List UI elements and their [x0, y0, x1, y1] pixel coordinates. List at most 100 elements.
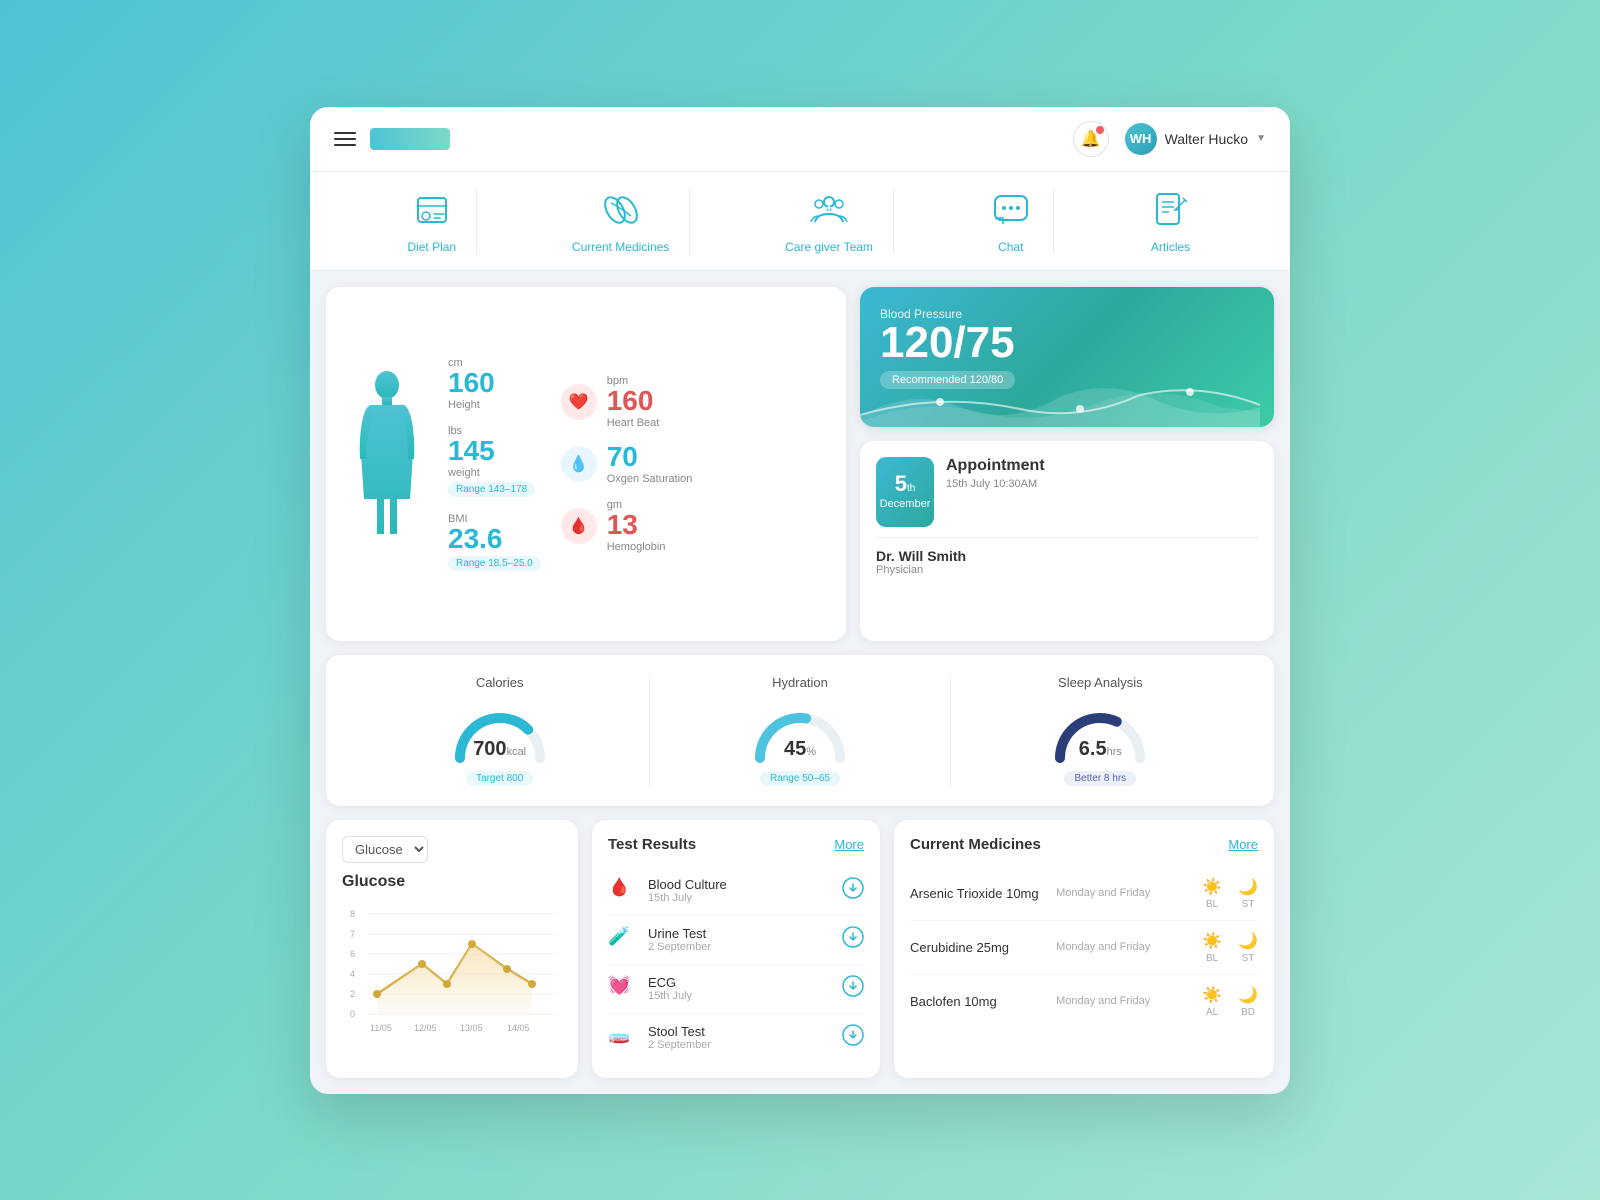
notification-button[interactable]: 🔔 — [1073, 121, 1109, 157]
test-date: 15th July — [648, 990, 830, 1002]
medicine-name: Baclofen 10mg — [910, 994, 1046, 1009]
svg-text:0: 0 — [350, 1009, 355, 1019]
medicines-header: Current Medicines More — [910, 836, 1258, 853]
stat-height: cm 160 Height — [448, 357, 541, 411]
svg-text:13/05: 13/05 — [460, 1023, 483, 1033]
test-info: Blood Culture 15th July — [648, 877, 830, 904]
svg-text:12/05: 12/05 — [414, 1023, 437, 1033]
med-time-item: ☀️ AL — [1202, 985, 1222, 1018]
download-button[interactable] — [842, 1024, 864, 1051]
nav-label-diet-plan: Diet Plan — [407, 240, 456, 254]
med-time-item: 🌙 ST — [1238, 931, 1258, 964]
nav-item-diet-plan[interactable]: Diet Plan — [387, 188, 477, 254]
medicines-title: Current Medicines — [910, 836, 1041, 853]
test-name: Urine Test — [648, 926, 830, 941]
user-profile[interactable]: WH Walter Hucko ▼ — [1125, 123, 1266, 155]
download-button[interactable] — [842, 975, 864, 1002]
stats-col-right: ❤️ bpm 160 Heart Beat 💧 — [561, 303, 693, 625]
medicines-card: Current Medicines More Arsenic Trioxide … — [894, 820, 1274, 1078]
test-results-title: Test Results — [608, 836, 696, 853]
test-name: ECG — [648, 975, 830, 990]
glucose-chart: 8 7 6 4 2 0 — [342, 899, 562, 1039]
time-label: ST — [1242, 899, 1255, 910]
test-name: Blood Culture — [648, 877, 830, 892]
body-figure — [342, 303, 432, 625]
stat-bmi: BMI 23.6 Range 18.5–25.0 — [448, 511, 541, 571]
notification-dot — [1096, 126, 1104, 134]
blood-pressure-card: Blood Pressure 120/75 Recommended 120/80 — [860, 287, 1274, 427]
medicine-schedule: Monday and Friday — [1056, 995, 1192, 1007]
medicine-name: Arsenic Trioxide 10mg — [910, 886, 1046, 901]
medicine-name: Cerubidine 25mg — [910, 940, 1046, 955]
vital-calories: Calories 700kcal Target 800 — [350, 675, 650, 786]
svg-text:6: 6 — [350, 949, 355, 959]
hamburger-menu[interactable] — [334, 132, 356, 146]
test-name: Stool Test — [648, 1024, 830, 1039]
stat-hemoglobin: 🩸 gm 13 Hemoglobin — [561, 499, 693, 553]
test-icon: 🩸 — [608, 877, 636, 905]
nav-item-care-giver[interactable]: Care giver Team — [765, 188, 894, 254]
medicine-schedule: Monday and Friday — [1056, 941, 1192, 953]
chevron-down-icon: ▼ — [1256, 133, 1266, 144]
glucose-title: Glucose — [342, 873, 562, 891]
appointment-divider — [876, 537, 1258, 538]
header-right: 🔔 WH Walter Hucko ▼ — [1073, 121, 1266, 157]
time-icon: 🌙 — [1238, 985, 1258, 1005]
med-time-item: ☀️ BL — [1202, 931, 1222, 964]
nav-item-chat[interactable]: Chat — [969, 188, 1054, 254]
heart-icon: ❤️ — [561, 384, 597, 420]
bottom-row: Glucose HbA1c Glucose 8 — [326, 820, 1274, 1078]
body-stats-card: cm 160 Height lbs 145 weight Range 143–1… — [326, 287, 846, 641]
stat-oxygen: 💧 70 Oxgen Saturation — [561, 443, 693, 485]
nav-label-medicines: Current Medicines — [572, 240, 669, 254]
medicines-list: Arsenic Trioxide 10mg Monday and Friday … — [910, 867, 1258, 1028]
medicines-more[interactable]: More — [1228, 837, 1258, 852]
blood-drop-icon: 🩸 — [561, 508, 597, 544]
appointment-info: Appointment 15th July 10:30AM — [946, 457, 1045, 490]
svg-text:8: 8 — [350, 909, 355, 919]
avatar: WH — [1125, 123, 1157, 155]
appointment-header: 5th December Appointment 15th July 10:30… — [876, 457, 1258, 527]
stat-heartbeat: ❤️ bpm 160 Heart Beat — [561, 375, 693, 429]
test-info: Stool Test 2 September — [648, 1024, 830, 1051]
medicine-item: Cerubidine 25mg Monday and Friday ☀️ BL … — [910, 921, 1258, 975]
top-row: cm 160 Height lbs 145 weight Range 143–1… — [326, 287, 1274, 641]
time-label: ST — [1242, 953, 1255, 964]
download-button[interactable] — [842, 926, 864, 953]
dashboard: 🔔 WH Walter Hucko ▼ Diet Plan — [310, 107, 1290, 1094]
test-date: 2 September — [648, 1039, 830, 1051]
vital-hydration: Hydration 45% Range 50–65 — [650, 675, 950, 786]
appointment-card: 5th December Appointment 15th July 10:30… — [860, 441, 1274, 641]
test-item: 💓 ECG 15th July — [608, 965, 864, 1014]
svg-text:11/05: 11/05 — [370, 1023, 392, 1033]
medicine-schedule: Monday and Friday — [1056, 887, 1192, 899]
test-icon: 🧪 — [608, 926, 636, 954]
oxygen-icon: 💧 — [561, 446, 597, 482]
med-time-item: 🌙 BD — [1238, 985, 1258, 1018]
appointment-date-box: 5th December — [876, 457, 934, 527]
medicine-times: ☀️ AL 🌙 BD — [1202, 985, 1258, 1018]
download-button[interactable] — [842, 877, 864, 904]
medicine-times: ☀️ BL 🌙 ST — [1202, 877, 1258, 910]
test-icon: 🧫 — [608, 1024, 636, 1052]
test-info: ECG 15th July — [648, 975, 830, 1002]
time-label: AL — [1206, 1007, 1218, 1018]
svg-text:14/05: 14/05 — [507, 1023, 530, 1033]
stats-grid: cm 160 Height lbs 145 weight Range 143–1… — [448, 303, 830, 625]
appointment-doctor: Dr. Will Smith Physician — [876, 548, 1258, 576]
right-top-col: Blood Pressure 120/75 Recommended 120/80 — [860, 287, 1274, 641]
time-label: BD — [1241, 1007, 1255, 1018]
vital-sleep: Sleep Analysis 6.5hrs Better 8 hrs — [951, 675, 1250, 786]
med-time-item: ☀️ BL — [1202, 877, 1222, 910]
glucose-dropdown[interactable]: Glucose HbA1c — [342, 836, 428, 863]
vitals-row: Calories 700kcal Target 800 Hydration — [326, 655, 1274, 806]
medicine-item: Baclofen 10mg Monday and Friday ☀️ AL 🌙 … — [910, 975, 1258, 1028]
nav-item-articles[interactable]: Articles — [1129, 188, 1213, 254]
test-results-more[interactable]: More — [834, 837, 864, 852]
test-info: Urine Test 2 September — [648, 926, 830, 953]
glucose-card: Glucose HbA1c Glucose 8 — [326, 820, 578, 1078]
logo — [370, 128, 450, 150]
user-name: Walter Hucko — [1165, 131, 1249, 147]
nav-item-medicines[interactable]: Current Medicines — [552, 188, 690, 254]
svg-text:2: 2 — [350, 989, 355, 999]
